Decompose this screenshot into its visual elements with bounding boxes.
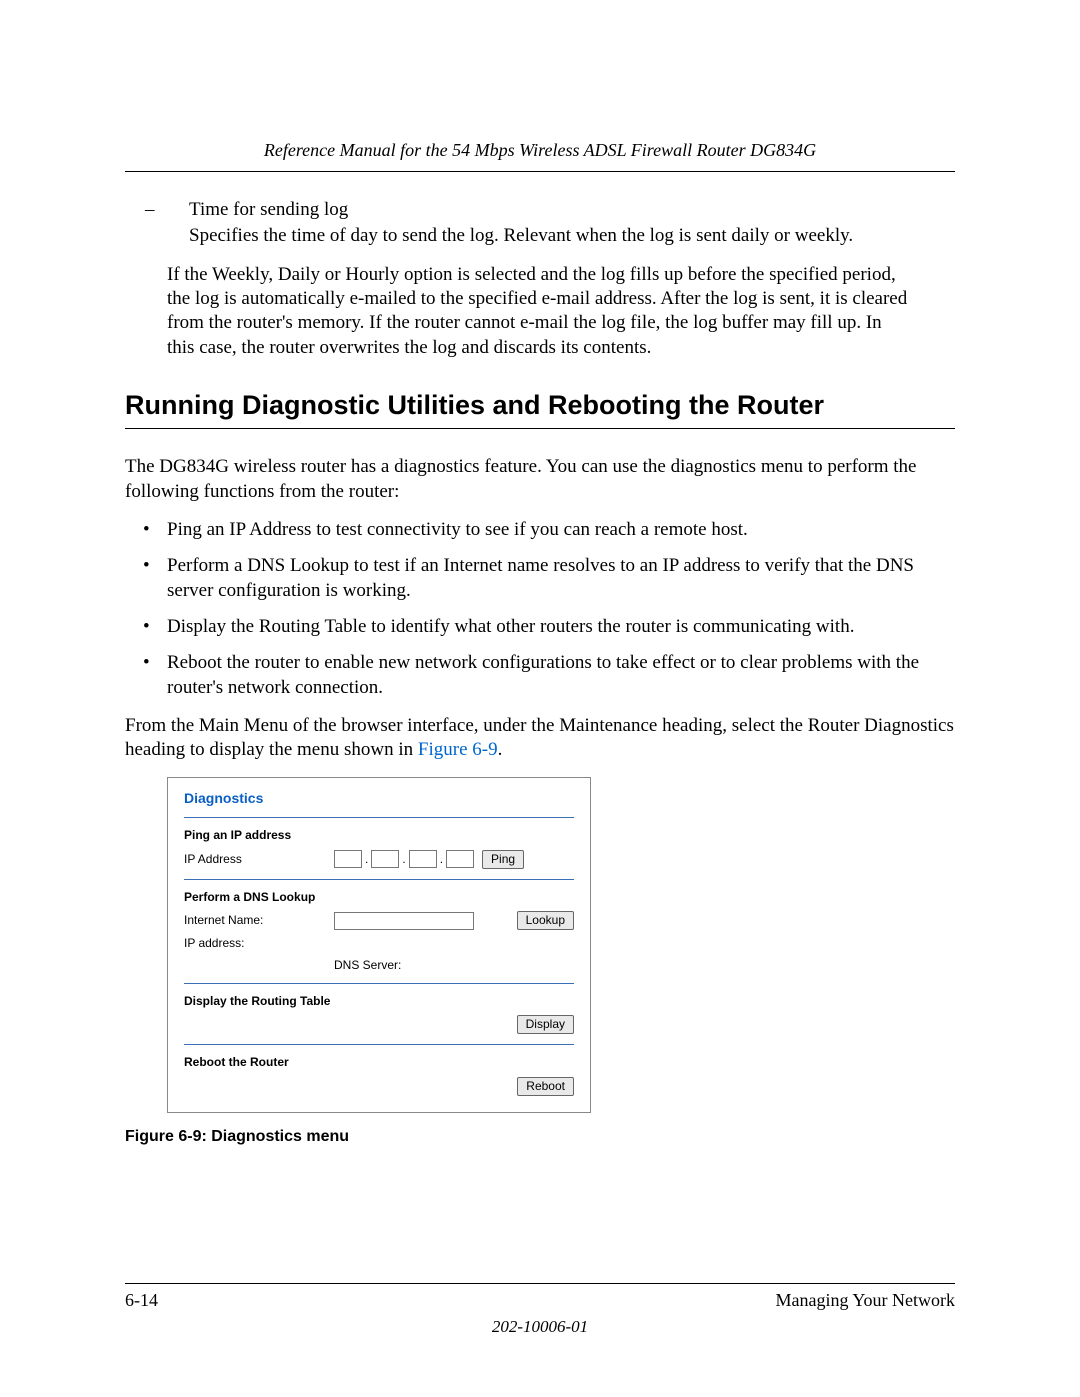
ip-octet-2[interactable] bbox=[371, 850, 399, 868]
internet-name-label: Internet Name: bbox=[184, 913, 334, 928]
display-button[interactable]: Display bbox=[517, 1015, 574, 1034]
dot-icon: . bbox=[439, 852, 444, 867]
page-footer: 6-14 Managing Your Network 202-10006-01 bbox=[125, 1283, 955, 1337]
running-header: Reference Manual for the 54 Mbps Wireles… bbox=[125, 140, 955, 161]
body-content: –Time for sending log Specifies the time… bbox=[125, 198, 955, 1147]
list-item: Perform a DNS Lookup to test if an Inter… bbox=[125, 554, 955, 603]
list-item: Reboot the router to enable new network … bbox=[125, 651, 955, 700]
dns-heading: Perform a DNS Lookup bbox=[184, 890, 574, 905]
ip-input-group: . . . bbox=[334, 850, 474, 868]
page: Reference Manual for the 54 Mbps Wireles… bbox=[0, 0, 1080, 1397]
paragraph-menu: From the Main Menu of the browser interf… bbox=[125, 714, 955, 763]
dns-section: Perform a DNS Lookup Internet Name: Look… bbox=[184, 879, 574, 973]
dot-icon: . bbox=[364, 852, 369, 867]
ip-octet-4[interactable] bbox=[446, 850, 474, 868]
ping-section: Ping an IP address IP Address . . . Ping bbox=[184, 817, 574, 868]
internet-name-input[interactable] bbox=[334, 912, 474, 930]
paragraph-logfill: If the Weekly, Daily or Hourly option is… bbox=[167, 263, 913, 360]
footer-rule bbox=[125, 1283, 955, 1284]
figure-caption: Figure 6-9: Diagnostics menu bbox=[125, 1127, 955, 1147]
sub-bullet-title: Time for sending log bbox=[189, 199, 348, 220]
sub-bullet-item: –Time for sending log bbox=[167, 198, 955, 222]
reboot-button[interactable]: Reboot bbox=[517, 1077, 574, 1096]
page-number: 6-14 bbox=[125, 1290, 158, 1311]
ip-address-label: IP Address bbox=[184, 852, 334, 867]
routing-section: Display the Routing Table Display bbox=[184, 983, 574, 1034]
ip-octet-1[interactable] bbox=[334, 850, 362, 868]
bullet-list: Ping an IP Address to test connectivity … bbox=[125, 518, 955, 700]
paragraph-intro: The DG834G wireless router has a diagnos… bbox=[125, 455, 955, 504]
paragraph-menu-pre: From the Main Menu of the browser interf… bbox=[125, 715, 954, 760]
figure-link[interactable]: Figure 6-9 bbox=[418, 739, 498, 760]
dot-icon: . bbox=[401, 852, 406, 867]
footer-section-name: Managing Your Network bbox=[776, 1290, 956, 1311]
ip-octet-3[interactable] bbox=[409, 850, 437, 868]
section-title: Running Diagnostic Utilities and Rebooti… bbox=[125, 388, 955, 423]
ip-address-result-label: IP address: bbox=[184, 936, 334, 951]
sub-bullet-description: Specifies the time of day to send the lo… bbox=[189, 224, 955, 248]
diagnostics-title: Diagnostics bbox=[184, 790, 574, 808]
ping-button[interactable]: Ping bbox=[482, 850, 524, 869]
paragraph-menu-post: . bbox=[498, 739, 503, 760]
header-rule bbox=[125, 171, 955, 172]
dash-icon: – bbox=[167, 198, 189, 222]
lookup-button[interactable]: Lookup bbox=[517, 911, 574, 930]
reboot-heading: Reboot the Router bbox=[184, 1055, 574, 1070]
ping-heading: Ping an IP address bbox=[184, 828, 574, 843]
list-item: Display the Routing Table to identify wh… bbox=[125, 615, 955, 639]
dns-server-label: DNS Server: bbox=[334, 958, 574, 973]
list-item: Ping an IP Address to test connectivity … bbox=[125, 518, 955, 542]
doc-number: 202-10006-01 bbox=[125, 1317, 955, 1337]
reboot-section: Reboot the Router Reboot bbox=[184, 1044, 574, 1095]
section-rule bbox=[125, 428, 955, 429]
diagnostics-panel: Diagnostics Ping an IP address IP Addres… bbox=[167, 777, 591, 1113]
routing-heading: Display the Routing Table bbox=[184, 994, 574, 1009]
